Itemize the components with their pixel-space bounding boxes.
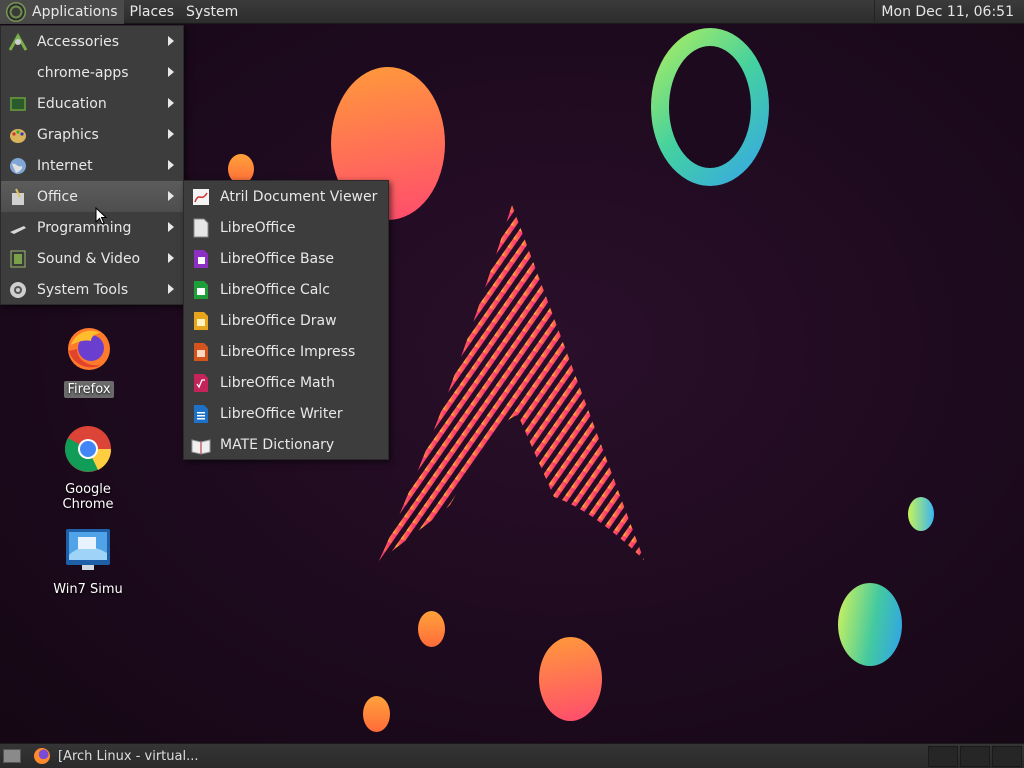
libreoffice-base-icon <box>194 249 208 268</box>
menu-item-label: LibreOffice Draw <box>220 312 337 329</box>
menu-item-libreoffice-writer[interactable]: LibreOffice Writer <box>184 398 388 429</box>
internet-icon <box>10 157 26 174</box>
libreoffice-calc-icon <box>194 280 208 299</box>
menu-item-chrome-apps[interactable]: chrome-apps <box>1 57 183 88</box>
mouse-cursor-icon <box>95 207 107 225</box>
applications-label: Applications <box>32 3 118 20</box>
wallpaper-small-blob <box>908 497 934 531</box>
mate-logo-icon <box>6 1 26 22</box>
menu-item-programming[interactable]: Programming <box>1 212 183 243</box>
show-desktop-icon[interactable] <box>3 749 21 763</box>
workspace-switcher-1[interactable] <box>928 746 958 767</box>
sound-video-icon <box>10 250 26 267</box>
menu-item-libreoffice-impress[interactable]: LibreOffice Impress <box>184 336 388 367</box>
menu-item-libreoffice-base[interactable]: LibreOffice Base <box>184 243 388 274</box>
applications-menu: Accessories chrome-apps Education Graphi… <box>0 25 184 305</box>
wallpaper-green-blob <box>838 583 902 666</box>
menu-item-label: Accessories <box>37 33 120 50</box>
menu-item-atril-document-viewer[interactable]: Atril Document Viewer <box>184 181 388 212</box>
submenu-arrow-icon <box>168 253 174 263</box>
menu-item-libreoffice[interactable]: LibreOffice <box>184 212 388 243</box>
menu-item-label: LibreOffice Impress <box>220 343 356 360</box>
submenu-arrow-icon <box>168 98 174 108</box>
submenu-arrow-icon <box>168 160 174 170</box>
menu-item-label: Internet <box>37 157 93 174</box>
menu-item-label: Sound & Video <box>37 250 141 267</box>
submenu-arrow-icon <box>168 67 174 77</box>
menu-item-label: Graphics <box>37 126 99 143</box>
menu-item-education[interactable]: Education <box>1 88 183 119</box>
applications-menu-button[interactable]: Applications <box>0 0 124 24</box>
chrome-icon <box>65 426 112 472</box>
menu-item-label: System Tools <box>37 281 129 298</box>
libreoffice-icon <box>193 218 209 237</box>
win7-icon <box>66 529 110 570</box>
menu-item-libreoffice-draw[interactable]: LibreOffice Draw <box>184 305 388 336</box>
menu-item-libreoffice-math[interactable]: LibreOffice Math <box>184 367 388 398</box>
desktop-icon-label: Firefox <box>64 381 114 398</box>
graphics-icon <box>10 128 26 143</box>
workspace-switcher-3[interactable] <box>992 746 1022 767</box>
places-menu-button[interactable]: Places <box>124 0 181 24</box>
arch-logo-icon <box>378 205 644 563</box>
submenu-arrow-icon <box>168 129 174 139</box>
submenu-arrow-icon <box>168 36 174 46</box>
desktop-icon-win7-simu[interactable]: Win7 Simu <box>38 525 138 598</box>
wallpaper-ring <box>651 28 769 186</box>
desktop-icon-label: Google Chrome <box>62 482 114 512</box>
menu-item-accessories[interactable]: Accessories <box>1 26 183 57</box>
menu-item-label: chrome-apps <box>37 64 129 81</box>
libreoffice-math-icon <box>194 373 208 392</box>
office-submenu: Atril Document Viewer LibreOffice LibreO… <box>183 180 389 460</box>
menu-item-label: Office <box>37 188 78 205</box>
menu-item-label: MATE Dictionary <box>220 436 335 453</box>
menu-item-label: LibreOffice Writer <box>220 405 343 422</box>
submenu-arrow-icon <box>168 222 174 232</box>
menu-item-label: Education <box>37 95 107 112</box>
menu-item-libreoffice-calc[interactable]: LibreOffice Calc <box>184 274 388 305</box>
menu-item-graphics[interactable]: Graphics <box>1 119 183 150</box>
desktop-icon-firefox[interactable]: Firefox <box>39 325 139 398</box>
office-icon <box>12 188 24 205</box>
atril-icon <box>193 188 209 205</box>
taskbar-window-title: [Arch Linux - virtual... <box>58 748 199 764</box>
libreoffice-impress-icon <box>194 342 208 361</box>
menu-item-label: LibreOffice <box>220 219 296 236</box>
firefox-icon <box>34 748 50 764</box>
programming-icon <box>10 225 26 234</box>
submenu-arrow-icon <box>168 284 174 294</box>
menu-item-label: Atril Document Viewer <box>220 188 378 205</box>
dictionary-icon <box>191 438 211 455</box>
accessories-icon <box>8 32 28 51</box>
wallpaper-small-blob <box>363 696 390 732</box>
libreoffice-draw-icon <box>194 311 208 330</box>
menu-item-sound-video[interactable]: Sound & Video <box>1 243 183 274</box>
desktop-icon-chrome[interactable]: Google Chrome <box>38 425 138 513</box>
wallpaper-orange-blob <box>539 637 602 721</box>
menu-item-office[interactable]: Office <box>1 181 183 212</box>
bottom-panel: [Arch Linux - virtual... <box>0 743 1024 768</box>
taskbar-window-button[interactable]: [Arch Linux - virtual... <box>34 745 204 767</box>
top-panel: Applications Places System Mon Dec 11, 0… <box>0 0 1024 24</box>
menu-item-label: Programming <box>37 219 132 236</box>
menu-item-system-tools[interactable]: System Tools <box>1 274 183 305</box>
menu-item-label: LibreOffice Base <box>220 250 335 267</box>
libreoffice-writer-icon <box>194 404 208 423</box>
firefox-icon <box>68 328 110 370</box>
menu-item-label: LibreOffice Math <box>220 374 335 391</box>
wallpaper-small-blob <box>418 611 445 647</box>
desktop-icon-label: Win7 Simu <box>53 582 123 597</box>
clock[interactable]: Mon Dec 11, 06:51 <box>874 0 1020 24</box>
menu-item-internet[interactable]: Internet <box>1 150 183 181</box>
menu-item-label: LibreOffice Calc <box>220 281 330 298</box>
system-tools-icon <box>10 281 26 298</box>
blank-icon <box>8 63 28 83</box>
submenu-arrow-icon <box>168 191 174 201</box>
menu-item-mate-dictionary[interactable]: MATE Dictionary <box>184 429 388 460</box>
education-icon <box>10 96 26 111</box>
system-menu-button[interactable]: System <box>180 0 244 24</box>
workspace-switcher-2[interactable] <box>960 746 990 767</box>
